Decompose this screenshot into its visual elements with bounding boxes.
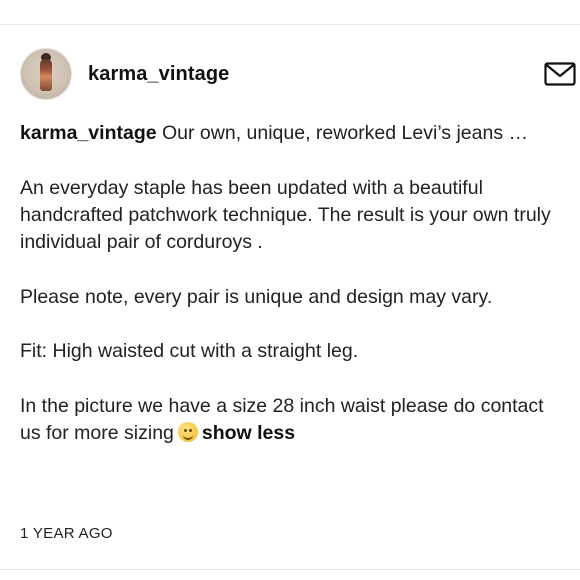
caption-paragraph: Please note, every pair is unique and de… (20, 285, 493, 308)
caption-lead: Our own, unique, reworked Levi’s jeans … (162, 122, 528, 144)
show-less-link[interactable]: show less (202, 422, 295, 444)
avatar-figure-body (40, 59, 52, 91)
caption-username[interactable]: karma_vintage (20, 122, 157, 144)
avatar[interactable] (20, 48, 72, 100)
caption-paragraph: Fit: High waisted cut with a straight le… (20, 340, 359, 363)
caption-paragraph-last: In the picture we have a size 28 inch wa… (20, 393, 568, 448)
mail-icon (544, 62, 576, 86)
smiling-face-emoji-icon (177, 422, 198, 443)
message-button[interactable] (544, 61, 576, 87)
caption-intro: karma_vintage Our own, unique, reworked … (20, 120, 568, 147)
bottom-divider (0, 569, 580, 570)
caption-paragraph: An everyday staple has been updated with… (20, 176, 551, 254)
post-header: karma_vintage (20, 47, 576, 101)
post-timestamp: 1 YEAR AGO (20, 525, 113, 542)
post-caption: karma_vintage Our own, unique, reworked … (20, 120, 568, 448)
username[interactable]: karma_vintage (88, 63, 229, 86)
top-divider (0, 24, 580, 25)
